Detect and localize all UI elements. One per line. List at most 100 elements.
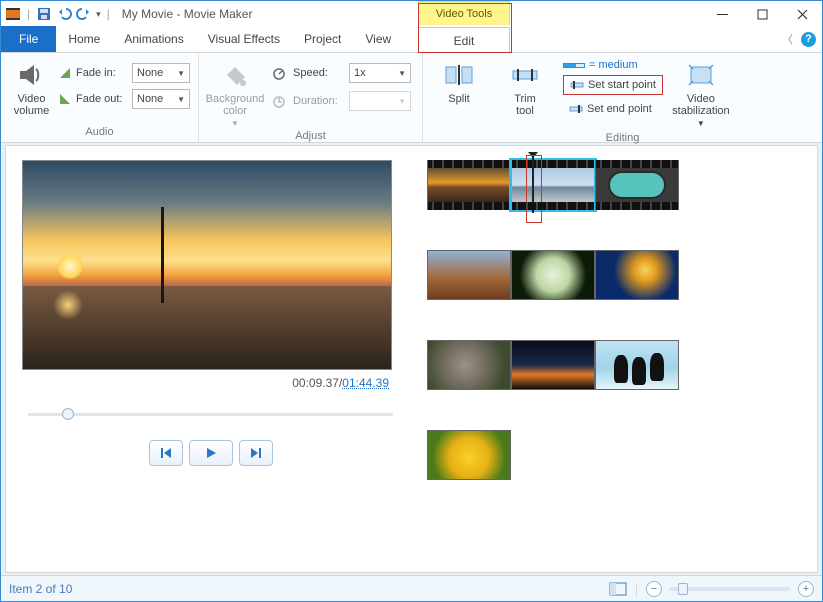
ribbon-tabs: File Home Animations Visual Effects Proj… bbox=[1, 27, 822, 53]
split-button[interactable]: Split bbox=[431, 57, 487, 105]
close-button[interactable] bbox=[782, 1, 822, 27]
ribbon: Video volume Fade in: None ▼ Fade out: No… bbox=[1, 53, 822, 143]
split-label: Split bbox=[448, 93, 469, 105]
duration-combo: ▼ bbox=[349, 91, 411, 111]
zoom-thumb[interactable] bbox=[678, 583, 688, 595]
preview-pane: 00:09.37/01:44.39 bbox=[6, 146, 411, 572]
duration-icon bbox=[271, 93, 287, 109]
set-start-point-button[interactable]: Set start point bbox=[563, 75, 663, 95]
fade-in-value: None bbox=[137, 67, 163, 79]
speed-icon bbox=[271, 65, 287, 81]
chevron-down-icon: ▼ bbox=[231, 119, 239, 128]
trim-tool-button[interactable]: Trim tool bbox=[497, 57, 553, 117]
clip-5[interactable] bbox=[511, 250, 595, 300]
contextual-tab-group-label: Video Tools bbox=[418, 1, 510, 25]
fade-in-icon bbox=[58, 66, 72, 80]
zoom-slider[interactable] bbox=[670, 587, 790, 591]
trim-tool-label: Trim tool bbox=[514, 93, 536, 117]
play-button[interactable] bbox=[189, 440, 233, 466]
clip-10[interactable] bbox=[427, 430, 511, 480]
clip-8[interactable] bbox=[511, 340, 595, 390]
next-frame-button[interactable] bbox=[239, 440, 273, 466]
playhead[interactable] bbox=[532, 157, 534, 213]
clip-1[interactable] bbox=[427, 160, 511, 210]
workspace: 00:09.37/01:44.39 bbox=[5, 145, 818, 573]
split-icon bbox=[443, 59, 475, 91]
duration-label: Duration: bbox=[293, 95, 343, 107]
seek-bar[interactable] bbox=[28, 404, 393, 424]
storyboard[interactable] bbox=[411, 146, 817, 572]
clip-6[interactable] bbox=[595, 250, 679, 300]
collapse-ribbon-icon[interactable]: 〈 bbox=[782, 31, 793, 47]
storyboard-row bbox=[427, 250, 807, 300]
help-icon[interactable]: ? bbox=[801, 32, 816, 47]
clip-9[interactable] bbox=[595, 340, 679, 390]
chevron-down-icon: ▼ bbox=[177, 69, 185, 78]
tab-project[interactable]: Project bbox=[292, 26, 353, 52]
seek-thumb[interactable] bbox=[62, 408, 74, 420]
window-title: My Movie - Movie Maker bbox=[122, 7, 253, 21]
trim-icon bbox=[509, 59, 541, 91]
set-end-point-button[interactable]: Set end point bbox=[563, 99, 663, 119]
maximize-button[interactable] bbox=[742, 1, 782, 27]
fade-out-value: None bbox=[137, 93, 163, 105]
qat-customize-icon[interactable]: ▾ bbox=[96, 9, 101, 20]
trim-medium-indicator: = medium bbox=[563, 59, 638, 71]
background-color-button: Background color ▼ bbox=[207, 57, 263, 128]
speed-value: 1x bbox=[354, 67, 366, 79]
title-bar: | ▾ | My Movie - Movie Maker bbox=[1, 1, 822, 27]
storyboard-row bbox=[427, 340, 807, 390]
status-item-text: Item 2 of 10 bbox=[9, 582, 72, 596]
group-audio-label: Audio bbox=[9, 124, 190, 140]
prev-frame-button[interactable] bbox=[149, 440, 183, 466]
group-audio: Video volume Fade in: None ▼ Fade out: No… bbox=[1, 53, 199, 142]
group-adjust-label: Adjust bbox=[207, 128, 414, 144]
minimize-button[interactable] bbox=[702, 1, 742, 27]
fade-out-icon bbox=[58, 92, 72, 106]
tab-view[interactable]: View bbox=[353, 26, 403, 52]
trim-bar-icon bbox=[563, 63, 585, 68]
app-icon bbox=[5, 6, 21, 22]
group-editing-label: Editing bbox=[431, 130, 814, 146]
set-start-point-label: Set start point bbox=[588, 79, 656, 91]
qat-save-icon[interactable] bbox=[36, 6, 52, 22]
speaker-icon bbox=[16, 59, 48, 91]
zoom-in-button[interactable]: + bbox=[798, 581, 814, 597]
chevron-down-icon: ▼ bbox=[398, 97, 406, 106]
tab-home[interactable]: Home bbox=[56, 26, 112, 52]
view-switch-icon[interactable] bbox=[609, 582, 627, 596]
chevron-down-icon: ▼ bbox=[177, 95, 185, 104]
fade-out-label: Fade out: bbox=[76, 93, 128, 105]
storyboard-row bbox=[427, 430, 807, 480]
tab-visual-effects[interactable]: Visual Effects bbox=[196, 26, 292, 52]
clip-3-title[interactable] bbox=[595, 160, 679, 210]
fade-out-combo[interactable]: None ▼ bbox=[132, 89, 190, 109]
video-stabilization-label: Video stabilization ▼ bbox=[672, 93, 729, 130]
tab-file[interactable]: File bbox=[1, 26, 56, 52]
fade-in-label: Fade in: bbox=[76, 67, 128, 79]
preview-monitor bbox=[22, 160, 392, 370]
set-end-icon bbox=[569, 102, 583, 116]
video-stabilization-button[interactable]: Video stabilization ▼ bbox=[673, 57, 729, 130]
qat-undo-icon[interactable] bbox=[56, 6, 72, 22]
zoom-out-button[interactable]: − bbox=[646, 581, 662, 597]
clip-4[interactable] bbox=[427, 250, 511, 300]
contextual-tab-group: Video Tools bbox=[418, 1, 510, 25]
video-volume-button[interactable]: Video volume bbox=[9, 57, 54, 117]
speed-combo[interactable]: 1x▼ bbox=[349, 63, 411, 83]
time-display: 00:09.37/01:44.39 bbox=[22, 376, 389, 390]
fade-in-combo[interactable]: None ▼ bbox=[132, 63, 190, 83]
qat-redo-icon[interactable] bbox=[76, 6, 92, 22]
tab-edit[interactable]: Edit bbox=[418, 27, 510, 53]
total-time: 01:44.39 bbox=[342, 376, 389, 390]
status-bar: Item 2 of 10 | − + bbox=[1, 575, 822, 601]
clip-2-selected[interactable] bbox=[511, 160, 595, 210]
tab-animations[interactable]: Animations bbox=[112, 26, 195, 52]
paint-bucket-icon bbox=[219, 59, 251, 91]
current-time: 00:09.37 bbox=[292, 376, 339, 390]
background-color-label: Background color bbox=[206, 93, 265, 117]
video-volume-label: Video volume bbox=[14, 93, 49, 117]
clip-7[interactable] bbox=[427, 340, 511, 390]
speed-label: Speed: bbox=[293, 67, 343, 79]
set-start-icon bbox=[570, 78, 584, 92]
